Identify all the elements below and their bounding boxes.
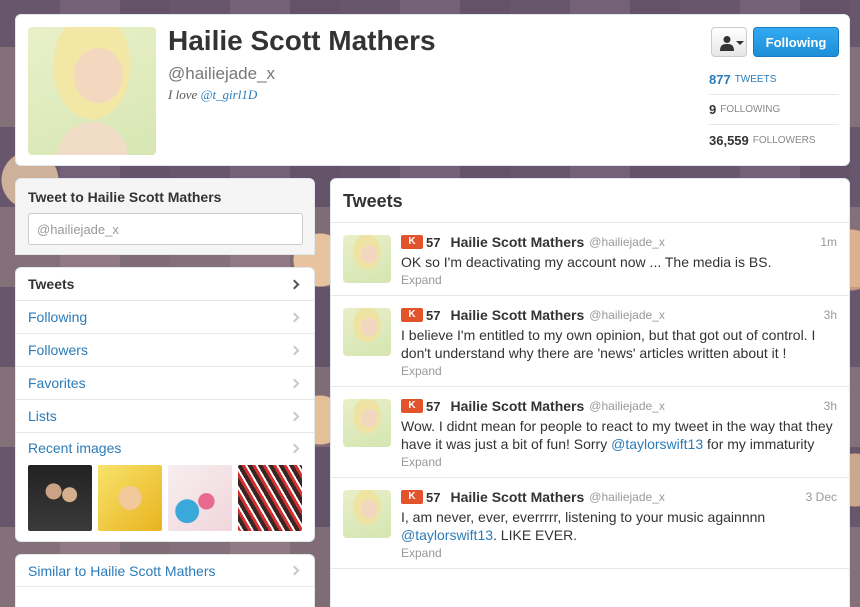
tweet-timestamp[interactable]: 3h	[824, 308, 837, 322]
nav-item-label: Followers	[28, 342, 88, 358]
chevron-right-icon	[289, 312, 300, 322]
tweet-timestamp[interactable]: 3 Dec	[806, 490, 837, 504]
compose-title: Tweet to Hailie Scott Mathers	[28, 189, 222, 205]
tweets-timeline: Tweets K 57 Hailie Scott Mathers @hailie…	[330, 178, 850, 607]
chevron-right-icon	[289, 443, 300, 453]
tweet-author-handle[interactable]: @hailiejade_x	[589, 308, 665, 322]
klout-score: 57	[426, 307, 441, 323]
nav-item-label: Favorites	[28, 375, 86, 391]
tweet-author-name[interactable]: Hailie Scott Mathers	[450, 234, 584, 250]
stat-value: 9	[709, 102, 717, 117]
following-button[interactable]: Following	[753, 27, 839, 57]
recent-images-grid	[16, 463, 314, 541]
expand-link[interactable]: Expand	[401, 273, 837, 287]
bio-text: I love	[168, 87, 201, 102]
nav-item-label: Tweets	[28, 276, 75, 292]
chevron-right-icon	[289, 279, 300, 289]
tweet-header: K 57 Hailie Scott Mathers @hailiejade_x	[401, 488, 837, 506]
tweet-author-handle[interactable]: @hailiejade_x	[589, 490, 665, 504]
tweet-input[interactable]	[28, 213, 303, 245]
tweet-to-box: Tweet to Hailie Scott Mathers	[15, 178, 315, 255]
tweet-text: I, am never, ever, everrrrr, listening t…	[401, 508, 837, 544]
stat-following[interactable]: 9 FOLLOWING	[709, 95, 839, 125]
profile-handle: @hailiejade_x	[168, 64, 276, 83]
stat-label: TWEETS	[734, 74, 777, 85]
user-actions-dropdown[interactable]	[711, 27, 747, 57]
timeline-title: Tweets	[331, 179, 849, 223]
tweet[interactable]: K 57 Hailie Scott Mathers @hailiejade_x …	[331, 387, 849, 478]
recent-image-thumbnail[interactable]	[168, 465, 232, 531]
tweet-header: K 57 Hailie Scott Mathers @hailiejade_x	[401, 306, 837, 324]
tweet-timestamp[interactable]: 1m	[820, 235, 837, 249]
profile-name: Hailie Scott Mathers	[168, 25, 436, 56]
chevron-right-icon	[289, 565, 300, 576]
tweet-timestamp[interactable]: 3h	[824, 399, 837, 413]
tweet-author-handle[interactable]: @hailiejade_x	[589, 399, 665, 413]
mention-link[interactable]: @taylorswift13	[611, 436, 703, 452]
tweet-text: OK so I'm deactivating my account now ..…	[401, 254, 772, 270]
tweet-avatar[interactable]	[343, 399, 391, 447]
tweet[interactable]: K 57 Hailie Scott Mathers @hailiejade_x …	[331, 296, 849, 387]
nav-item-following[interactable]: Following	[16, 301, 314, 334]
profile-nav: Tweets Following Followers Favorites Lis…	[15, 267, 315, 542]
nav-item-label: Recent images	[28, 440, 122, 456]
tweet[interactable]: K 57 Hailie Scott Mathers @hailiejade_x …	[331, 223, 849, 296]
similar-to-link[interactable]: Similar to Hailie Scott Mathers	[16, 555, 314, 587]
profile-stats: 877 TWEETS 9 FOLLOWING 36,559 FOLLOWERS	[709, 65, 839, 155]
tweet-header: K 57 Hailie Scott Mathers @hailiejade_x	[401, 233, 837, 251]
tweet-avatar[interactable]	[343, 235, 391, 283]
chevron-right-icon	[289, 345, 300, 355]
tweet-text-part: for my immaturity	[703, 436, 815, 452]
mention-link[interactable]: @taylorswift13	[401, 527, 493, 543]
nav-item-tweets[interactable]: Tweets	[16, 268, 314, 301]
recent-image-thumbnail[interactable]	[28, 465, 92, 531]
nav-item-label: Following	[28, 309, 88, 325]
klout-icon: K	[401, 399, 423, 413]
klout-score: 57	[426, 489, 441, 505]
tweet[interactable]: K 57 Hailie Scott Mathers @hailiejade_x …	[331, 478, 849, 569]
stat-label: FOLLOWERS	[752, 134, 816, 146]
profile-bio: I love @t_girl1D	[168, 87, 257, 103]
klout-icon: K	[401, 490, 423, 504]
nav-item-recent-images[interactable]: Recent images	[16, 433, 314, 463]
chevron-right-icon	[289, 378, 300, 388]
recent-image-thumbnail[interactable]	[98, 465, 162, 531]
bio-mention-link[interactable]: @t_girl1D	[200, 87, 257, 102]
klout-score: 57	[426, 234, 441, 250]
expand-link[interactable]: Expand	[401, 455, 837, 469]
klout-score: 57	[426, 398, 441, 414]
similar-label: Similar to Hailie Scott Mathers	[28, 562, 216, 579]
stat-value: 877	[709, 72, 731, 87]
similar-users-box: Similar to Hailie Scott Mathers	[15, 554, 315, 607]
tweet-author-name[interactable]: Hailie Scott Mathers	[450, 489, 584, 505]
stat-value: 36,559	[709, 132, 749, 148]
tweet-text-part: I, am never, ever, everrrrr, listening t…	[401, 509, 766, 525]
nav-item-followers[interactable]: Followers	[16, 334, 314, 367]
tweet-header: K 57 Hailie Scott Mathers @hailiejade_x	[401, 397, 837, 415]
tweet-author-name[interactable]: Hailie Scott Mathers	[450, 398, 584, 414]
tweet-text: I believe I'm entitled to my own opinion…	[401, 327, 816, 361]
klout-icon: K	[401, 308, 423, 322]
tweet-text: Wow. I didnt mean for people to react to…	[401, 417, 837, 453]
stat-label: FOLLOWING	[720, 104, 781, 115]
stat-followers[interactable]: 36,559 FOLLOWERS	[709, 125, 839, 155]
tweet-avatar[interactable]	[343, 490, 391, 538]
tweet-author-name[interactable]: Hailie Scott Mathers	[450, 307, 584, 323]
expand-link[interactable]: Expand	[401, 546, 837, 560]
nav-item-lists[interactable]: Lists	[16, 400, 314, 433]
expand-link[interactable]: Expand	[401, 364, 837, 378]
person-icon	[720, 36, 734, 51]
recent-image-thumbnail[interactable]	[238, 465, 302, 531]
nav-item-favorites[interactable]: Favorites	[16, 367, 314, 400]
tweet-author-handle[interactable]: @hailiejade_x	[589, 235, 665, 249]
stat-tweets[interactable]: 877 TWEETS	[709, 65, 839, 95]
tweet-avatar[interactable]	[343, 308, 391, 356]
chevron-down-icon	[736, 41, 744, 45]
nav-item-label: Lists	[28, 408, 57, 424]
klout-icon: K	[401, 235, 423, 249]
chevron-right-icon	[289, 411, 300, 421]
tweet-text-part: . LIKE EVER.	[493, 527, 578, 543]
profile-header: Hailie Scott Mathers @hailiejade_x I lov…	[15, 14, 850, 166]
profile-avatar[interactable]	[28, 27, 156, 155]
